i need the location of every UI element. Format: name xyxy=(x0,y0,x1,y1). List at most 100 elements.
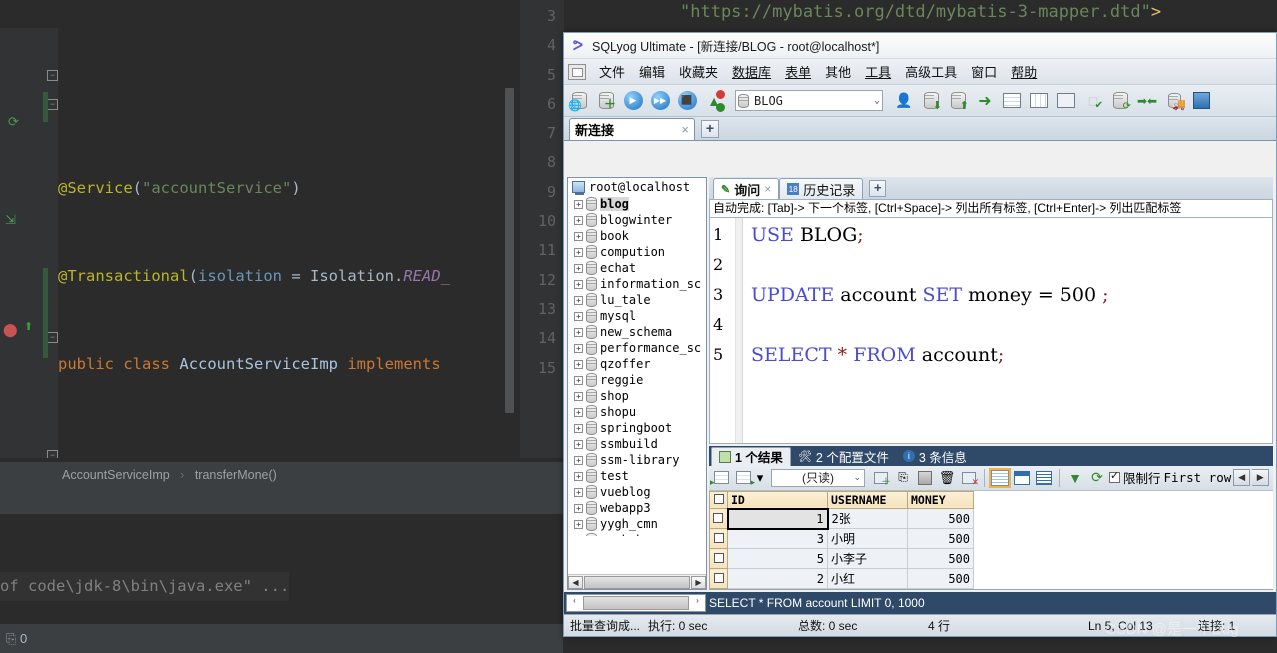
cell-id[interactable]: 1 xyxy=(726,507,829,530)
expand-icon[interactable]: + xyxy=(574,471,583,481)
window-title-bar[interactable]: ᕗ SQLyog Ultimate - [新连接/BLOG - root@loc… xyxy=(564,33,1276,59)
tree-item-information-schema[interactable]: + information_sc xyxy=(568,276,706,292)
readonly-mode-selector[interactable]: (只读) ⌄ xyxy=(771,468,865,487)
breadcrumb-class[interactable]: AccountServiceImp xyxy=(62,468,170,482)
sql-editor[interactable]: 1 2 3 4 5 USE BLOG; UPDATE account SET m… xyxy=(709,217,1273,444)
cell-id[interactable]: 5 xyxy=(727,548,828,569)
tab-messages[interactable]: i 3 条信息 xyxy=(896,447,974,466)
row-selector[interactable] xyxy=(709,548,728,569)
tree-item-webapp3[interactable]: + webapp3 xyxy=(568,500,706,516)
cell-username[interactable]: 2张 xyxy=(827,508,908,529)
sql-editor-text[interactable]: USE BLOG; UPDATE account SET money = 500… xyxy=(743,218,1272,443)
select-all-checkbox[interactable] xyxy=(713,493,724,504)
cell-money[interactable]: 500 xyxy=(907,548,974,569)
grid-view-icon[interactable]: ▸ xyxy=(710,468,731,488)
sync-database-icon[interactable]: ⟳ xyxy=(1108,89,1132,113)
tree-item-mysql[interactable]: + mysql xyxy=(568,308,706,324)
tree-item-ssmbuild[interactable]: + ssmbuild xyxy=(568,436,706,452)
menu-favorites[interactable]: 收藏夹 xyxy=(672,60,725,83)
table-row[interactable]: 3 小明 500 xyxy=(709,528,974,549)
row-selector[interactable] xyxy=(709,528,728,549)
scroll-right-icon[interactable]: › xyxy=(690,595,705,611)
menu-help[interactable]: 帮助 xyxy=(1004,60,1044,83)
tree-item-compution[interactable]: + compution xyxy=(568,244,706,260)
cell-username[interactable]: 小红 xyxy=(827,568,908,589)
scroll-left-icon[interactable]: ‹ xyxy=(567,595,582,611)
tree-item-book[interactable]: + book xyxy=(568,228,706,244)
table-row[interactable]: 2 小红 500 xyxy=(709,568,974,589)
text-layout-icon[interactable] xyxy=(1034,468,1054,488)
scroll-thumb[interactable] xyxy=(584,575,690,589)
expand-icon[interactable]: + xyxy=(574,535,583,536)
prev-page-icon[interactable]: ◀ xyxy=(1233,469,1251,486)
tree-item-new-schema[interactable]: + new_schema xyxy=(568,324,706,340)
export-database-icon[interactable]: ⬆ xyxy=(946,89,970,113)
tree-item-lu-tale[interactable]: + lu_tale xyxy=(568,292,706,308)
next-page-icon[interactable]: ▶ xyxy=(1252,469,1270,486)
refresh-data-icon[interactable]: ✕ xyxy=(959,468,979,488)
delete-row-icon[interactable]: 🗑 xyxy=(937,468,957,488)
java-code-editor[interactable]: − − − − @Service("accountService") @Tran… xyxy=(0,28,520,458)
editor-vertical-scrollbar[interactable] xyxy=(505,88,514,413)
cell-money[interactable]: 500 xyxy=(907,568,974,589)
data-sync-icon[interactable]: ➡⬅ xyxy=(1135,89,1159,113)
row-checkbox[interactable] xyxy=(713,552,724,563)
menu-table[interactable]: 表单 xyxy=(778,60,818,83)
save-icon[interactable] xyxy=(1189,89,1213,113)
cell-money[interactable]: 500 xyxy=(907,528,974,549)
menu-powertools[interactable]: 高级工具 xyxy=(898,60,964,83)
menu-database[interactable]: 数据库 xyxy=(725,60,778,83)
expand-icon[interactable]: + xyxy=(574,343,583,353)
window-system-menu-icon[interactable] xyxy=(568,63,586,80)
duplicate-row-icon[interactable]: ⎘ xyxy=(893,468,913,488)
run-gutter-icon[interactable]: ⟳ xyxy=(8,114,19,130)
fold-marker-end[interactable]: − xyxy=(47,450,58,458)
add-connection-tab-button[interactable]: + xyxy=(701,120,719,138)
database-selector[interactable]: BLOG ⌄ xyxy=(735,90,883,111)
tree-root-node[interactable]: root@localhost xyxy=(568,178,706,196)
user-manager-icon[interactable]: 👤 xyxy=(892,89,916,113)
query-builder-icon[interactable] xyxy=(1054,89,1078,113)
expand-icon[interactable]: + xyxy=(574,295,583,305)
expand-icon[interactable]: + xyxy=(574,391,583,401)
column-header-username[interactable]: USERNAME xyxy=(827,490,908,509)
grid-dropdown-icon[interactable]: ▾ xyxy=(755,468,765,488)
tree-horizontal-scrollbar[interactable]: ◀ ▶ xyxy=(568,574,706,589)
tree-item-yygh-cmn[interactable]: + yygh_cmn xyxy=(568,516,706,532)
breadcrumb-method[interactable]: transferMone() xyxy=(195,468,277,482)
insert-row-icon[interactable]: ＋ xyxy=(871,468,891,488)
import-database-icon[interactable]: ⬇ xyxy=(919,89,943,113)
tree-item-test[interactable]: + test xyxy=(568,468,706,484)
cell-id[interactable]: 2 xyxy=(727,568,828,589)
close-icon[interactable]: × xyxy=(764,182,771,196)
stop-query-icon[interactable]: ⬛ xyxy=(675,89,699,113)
expand-icon[interactable]: + xyxy=(574,519,583,529)
sql-formatter-icon[interactable]: ◻ ✔ xyxy=(1081,89,1105,113)
expand-icon[interactable]: + xyxy=(574,263,583,273)
table-data-icon[interactable] xyxy=(1000,89,1024,113)
fold-marker-method[interactable]: − xyxy=(47,332,58,343)
menu-edit[interactable]: 编辑 xyxy=(632,60,672,83)
limit-rows-control[interactable]: 限制行 First row xyxy=(1109,468,1231,487)
execute-query-icon[interactable]: ▶ xyxy=(621,89,645,113)
row-checkbox[interactable] xyxy=(713,572,724,583)
cell-username[interactable]: 小李子 xyxy=(827,548,908,569)
tree-item-yygh-hosp[interactable]: + yygh_hosp xyxy=(568,532,706,536)
results-grid[interactable]: ID USERNAME MONEY 1 2张 500 3 小明 500 5 小李… xyxy=(709,490,1273,590)
schema-designer-icon[interactable] xyxy=(1027,89,1051,113)
tree-item-echat[interactable]: + echat xyxy=(568,260,706,276)
expand-icon[interactable]: + xyxy=(574,375,583,385)
expand-icon[interactable]: + xyxy=(574,487,583,497)
fold-marker-service[interactable]: − xyxy=(47,70,58,81)
override-gutter-icon[interactable]: ⇲ xyxy=(5,212,16,228)
object-browser-panel[interactable]: root@localhost + blog + blogwinter + book +… xyxy=(567,177,707,590)
horizontal-scrollbar[interactable]: ‹ › xyxy=(566,594,706,612)
row-checkbox[interactable] xyxy=(713,512,724,523)
backup-icon[interactable]: ➜ xyxy=(973,89,997,113)
column-header-id[interactable]: ID xyxy=(727,490,828,509)
expand-icon[interactable]: + xyxy=(574,199,583,209)
tree-item-blogwinter[interactable]: + blogwinter xyxy=(568,212,706,228)
menu-other[interactable]: 其他 xyxy=(818,60,858,83)
tab-profiles[interactable]: 🛠 2 个配置文件 xyxy=(791,447,896,466)
expand-icon[interactable]: + xyxy=(574,503,583,513)
